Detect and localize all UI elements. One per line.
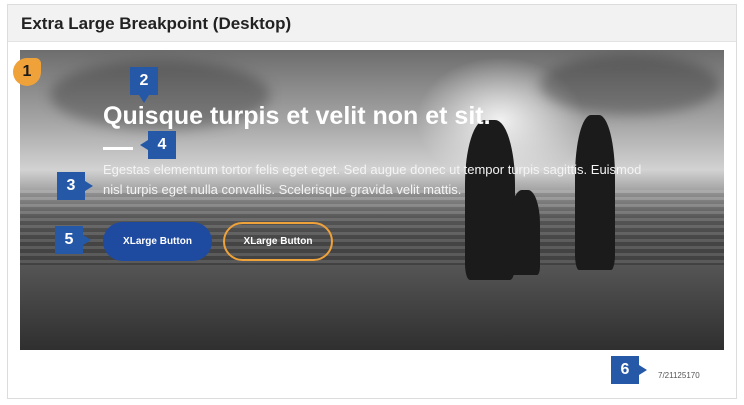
annotation-marker-4: 4 bbox=[140, 131, 176, 159]
primary-button[interactable]: XLarge Button bbox=[103, 222, 212, 261]
component-panel: Extra Large Breakpoint (Desktop) Quisque… bbox=[7, 4, 737, 399]
annotation-marker-1: 1 bbox=[13, 58, 41, 86]
hero-body-text: Egestas elementum tortor felis eget eget… bbox=[103, 162, 642, 197]
beach-background bbox=[20, 265, 724, 350]
child-silhouette bbox=[510, 190, 540, 275]
hero-headline: Quisque turpis et velit non et sit. bbox=[103, 102, 491, 130]
page-title: Extra Large Breakpoint (Desktop) bbox=[21, 14, 292, 33]
annotation-marker-6: 6 bbox=[611, 356, 647, 384]
secondary-button[interactable]: XLarge Button bbox=[223, 222, 333, 261]
annotation-marker-2: 2 bbox=[130, 67, 158, 103]
hero-banner: Quisque turpis et velit non et sit. Eges… bbox=[20, 50, 724, 350]
headline-divider bbox=[103, 147, 133, 150]
panel-header: Extra Large Breakpoint (Desktop) bbox=[8, 5, 736, 42]
annotation-marker-5: 5 bbox=[55, 226, 91, 254]
image-caption: 7/21125170 bbox=[658, 371, 700, 380]
person-silhouette bbox=[465, 120, 515, 280]
cloud-decoration bbox=[540, 55, 720, 115]
annotation-marker-3: 3 bbox=[57, 172, 93, 200]
